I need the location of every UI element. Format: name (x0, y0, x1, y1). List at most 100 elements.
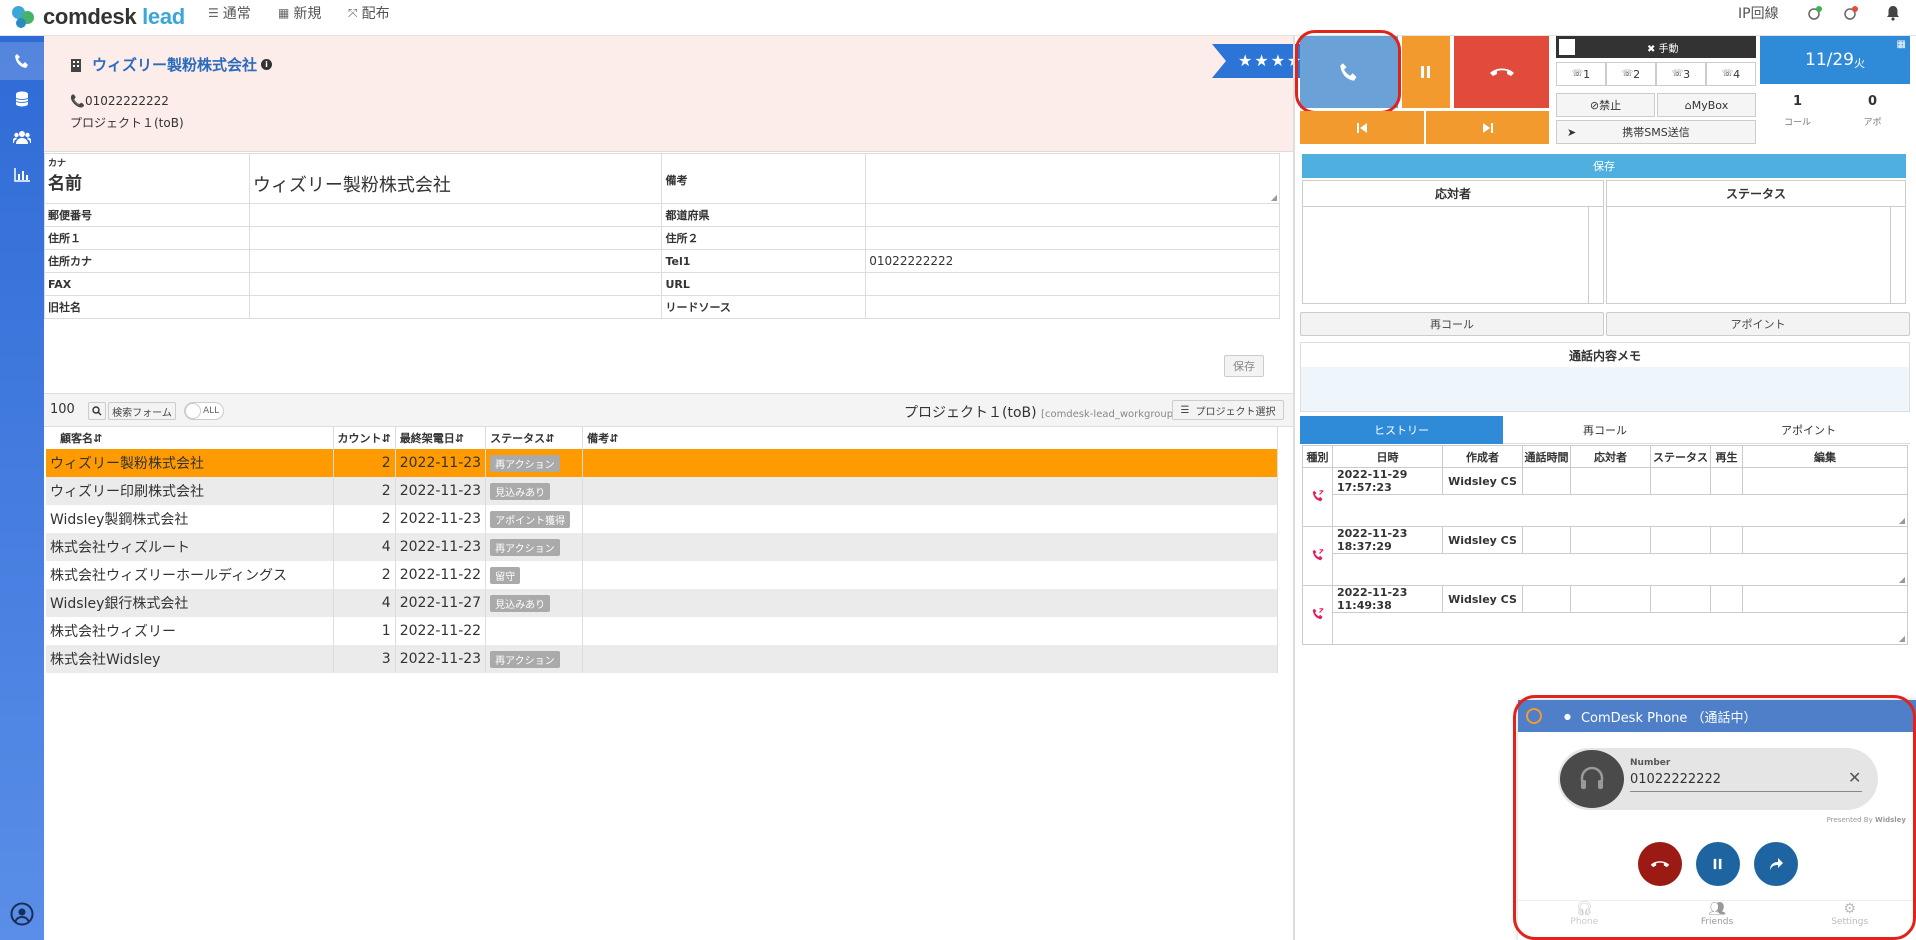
row-status (485, 617, 584, 645)
name-value[interactable]: ウィズリー製粉株式会社 (248, 153, 663, 204)
sidebar-item-reports[interactable] (0, 156, 44, 194)
logo-text: comdesk (43, 4, 137, 29)
table-row[interactable]: ウィズリー製粉株式会社 2 2022-11-23 再アクション (46, 449, 1278, 477)
line-selector: ☏ 1 ☏ 2 ☏ 3 ☏ 4 (1556, 62, 1756, 90)
table-row[interactable]: 株式会社ウィズルート 4 2022-11-23 再アクション (46, 533, 1278, 561)
clear-icon[interactable]: ✕ (1848, 768, 1861, 787)
appoint-button[interactable]: アポイント (1606, 312, 1910, 336)
col-status[interactable]: ステータス⇵ (485, 427, 584, 449)
history-date: 2022-11-23 18:37:29 (1332, 526, 1443, 554)
history-cell (1742, 585, 1908, 613)
history-memo[interactable]: ◢ (1332, 612, 1908, 645)
list-header: 顧客名⇵ カウント⇵ 最終架電日⇵ ステータス⇵ 備考⇵ (46, 427, 1278, 449)
sidebar-item-phone[interactable] (0, 42, 44, 80)
all-toggle[interactable]: ALL (184, 402, 224, 420)
history-cell (1570, 526, 1651, 554)
project-select-button[interactable]: ☰ プロジェクト選択 (1172, 400, 1284, 420)
widget-hangup-button[interactable] (1638, 842, 1682, 886)
mybox-button[interactable]: ⌂MyBox (1657, 93, 1756, 117)
table-row[interactable]: Widsley銀行株式会社 4 2022-11-27 見込みあり (46, 589, 1278, 617)
search-form-button[interactable]: 検索フォーム (108, 402, 176, 420)
table-row[interactable]: 株式会社ウィズリーホールディングス 2 2022-11-22 留守 (46, 561, 1278, 589)
incoming-call-icon (1302, 526, 1333, 586)
line-1-button[interactable]: ☏ 1 (1556, 62, 1606, 86)
form-save-button[interactable]: 保存 (1224, 355, 1264, 377)
phone-icon: ☏ (1571, 69, 1584, 79)
bell-icon[interactable] (1886, 0, 1900, 26)
table-row[interactable]: ウィズリー印刷株式会社 2 2022-11-23 見込みあり (46, 477, 1278, 505)
nav-normal[interactable]: ☰ 通常 (208, 0, 251, 26)
form-row-lead: 旧社名 リードソース (44, 295, 1280, 319)
sms-button[interactable]: ➤ 携帯SMS送信 (1556, 120, 1756, 144)
search-icon[interactable] (88, 402, 106, 420)
table-row[interactable]: 株式会社Widsley 3 2022-11-23 再アクション (46, 645, 1278, 673)
memo-panel[interactable]: 通話内容メモ (1300, 342, 1910, 412)
col-note[interactable]: 備考⇵ (582, 427, 1278, 449)
app-logo[interactable]: comdesk lead (12, 2, 185, 32)
line-4-button[interactable]: ☏ 4 (1706, 62, 1756, 86)
tab-recall[interactable]: 再コール (1503, 416, 1707, 444)
table-row[interactable]: Widsley製鋼株式会社 2 2022-11-23 アポイント獲得 (46, 505, 1278, 533)
row-customer-name: ウィズリー印刷株式会社 (46, 477, 334, 505)
widget-tab-settings[interactable]: ⚙ Settings (1783, 901, 1916, 940)
widget-tab-friends[interactable]: 👥︎ Friends (1651, 901, 1784, 940)
phone-widget: ● ComDesk Phone （通話中） Number 01022222222… (1518, 700, 1916, 940)
history-date: 2022-11-23 11:49:38 (1332, 585, 1443, 613)
row-status: 留守 (485, 561, 584, 589)
recall-button[interactable]: 再コール (1300, 312, 1604, 336)
row-last-call: 2022-11-23 (395, 505, 487, 533)
note-textarea[interactable]: ◢ (865, 153, 1280, 204)
status-icon-1[interactable] (1806, 0, 1824, 26)
company-name[interactable]: ウィズリー製粉株式会社 (92, 54, 257, 75)
row-customer-name: 株式会社ウィズルート (46, 533, 334, 561)
row-count: 3 (333, 645, 396, 673)
block-button[interactable]: ⊘禁止 (1556, 93, 1655, 117)
arrows-icon: ⤧ (348, 5, 358, 20)
logo-mark-icon (12, 4, 38, 30)
table-row[interactable]: 株式会社ウィズリー 1 2022-11-22 (46, 617, 1278, 645)
call-counter: 1 コール (1783, 94, 1811, 128)
history-memo[interactable]: ◢ (1332, 553, 1908, 586)
row-count: 2 (333, 505, 396, 533)
nav-new[interactable]: ▦ 新規 (278, 0, 321, 26)
tab-appoint[interactable]: アポイント (1707, 416, 1910, 444)
tab-history[interactable]: ヒストリー (1300, 416, 1503, 444)
widget-transfer-button[interactable] (1754, 842, 1798, 886)
line-2-button[interactable]: ☏ 2 (1606, 62, 1656, 86)
status-icon-2[interactable] (1842, 0, 1860, 26)
sidebar-item-database[interactable] (0, 80, 44, 118)
number-input[interactable]: 01022222222 (1630, 772, 1862, 792)
history-cell (1650, 467, 1711, 495)
logo-accent: lead (142, 4, 185, 29)
bar-chart-icon (14, 168, 30, 182)
sidebar-item-users[interactable] (0, 118, 44, 156)
widget-hold-button[interactable] (1696, 842, 1740, 886)
nav-distribute[interactable]: ⤧ 配布 (348, 0, 390, 26)
col-customer-name[interactable]: 顧客名⇵ (46, 427, 334, 449)
col-last-call[interactable]: 最終架電日⇵ (395, 427, 487, 449)
history-table: 種別 日時 作成者 通話時間 応対者 ステータス 再生 編集 2022-11-2… (1302, 445, 1908, 645)
row-last-call: 2022-11-23 (395, 533, 487, 561)
headset-icon: 🎧︎ (1575, 901, 1594, 917)
user-avatar-icon[interactable] (10, 902, 34, 929)
headset-icon (1560, 750, 1624, 808)
manual-bar[interactable]: ✖ 手動 (1556, 36, 1756, 58)
hangup-button[interactable] (1454, 36, 1549, 108)
note-label: 備考 (661, 153, 867, 204)
col-count[interactable]: カウント⇵ (333, 427, 396, 449)
calendar-icon[interactable]: ▦ (1897, 39, 1906, 50)
widget-tab-phone[interactable]: 🎧︎ Phone (1518, 901, 1651, 940)
ip-line-label[interactable]: IP回線 (1738, 0, 1779, 26)
customer-list: 顧客名⇵ カウント⇵ 最終架電日⇵ ステータス⇵ 備考⇵ ウィズリー製粉株式会社… (44, 427, 1293, 940)
send-icon: ➤ (1567, 125, 1577, 139)
next-button[interactable] (1426, 111, 1549, 144)
line-3-button[interactable]: ☏ 3 (1656, 62, 1706, 86)
result-save-button[interactable]: 保存 (1302, 154, 1906, 178)
info-icon[interactable]: i (261, 59, 273, 70)
hold-button[interactable] (1402, 36, 1450, 108)
prev-button[interactable] (1300, 111, 1424, 144)
manual-checkbox[interactable] (1559, 39, 1575, 55)
phone-widget-header[interactable]: ● ComDesk Phone （通話中） (1518, 700, 1916, 732)
row-status: アポイント獲得 (485, 505, 584, 533)
history-memo[interactable]: ◢ (1332, 494, 1908, 527)
